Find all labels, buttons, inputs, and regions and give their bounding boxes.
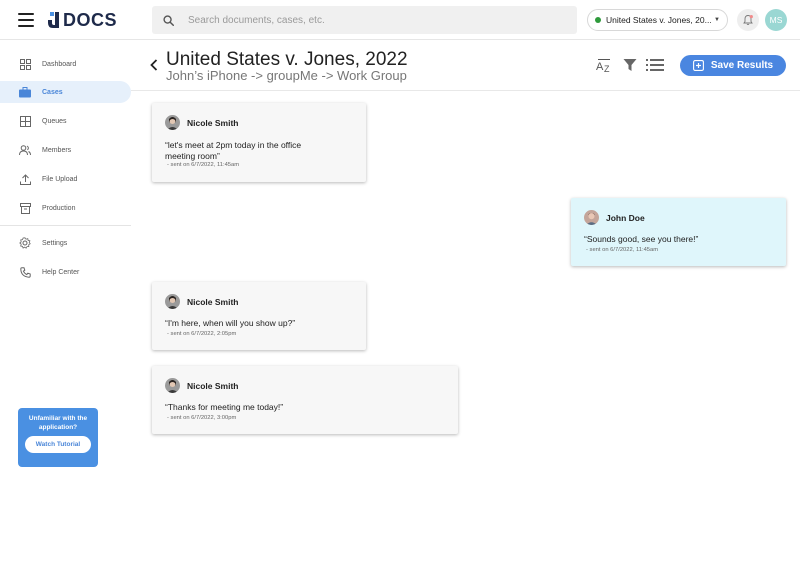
svg-text:Z: Z	[604, 64, 610, 73]
message-text: “Thanks for meeting me today!”	[165, 402, 283, 413]
search-bar	[152, 6, 577, 34]
notifications-bell-icon[interactable]	[737, 9, 759, 31]
save-results-button[interactable]: Save Results	[680, 55, 786, 76]
sidebar-item-cases[interactable]: Cases	[0, 81, 131, 103]
queues-icon	[19, 115, 31, 127]
sidebar-item-members[interactable]: Members	[0, 139, 131, 161]
sidebar-item-label: Queues	[42, 117, 67, 125]
phone-icon	[19, 266, 31, 278]
message-text: “I'm here, when will you show up?”	[165, 318, 295, 329]
message-card[interactable]: John Doe “Sounds good, see you there!” -…	[571, 198, 786, 266]
message-header: Nicole Smith	[165, 378, 238, 393]
message-header: John Doe	[584, 210, 645, 225]
sidebar-item-label: Production	[42, 204, 76, 212]
watch-tutorial-button[interactable]: Watch Tutorial	[25, 436, 91, 453]
message-card[interactable]: Nicole Smith “let's meet at 2pm today in…	[152, 103, 366, 182]
message-timestamp: - sent on 6/7/2022, 11:45am	[167, 162, 240, 168]
sidebar-item-label: Dashboard	[42, 60, 77, 68]
sidebar: Dashboard Cases Queues Members File Uplo…	[0, 41, 131, 569]
sort-az-icon[interactable]: A Z	[595, 57, 613, 73]
message-timestamp: - sent on 6/7/2022, 3:00pm	[167, 415, 237, 421]
chevron-down-icon: ▼	[714, 17, 720, 23]
sender-avatar	[584, 210, 599, 225]
sidebar-divider	[0, 225, 131, 226]
sidebar-item-label: Settings	[42, 239, 68, 247]
logo-mark-icon	[48, 12, 59, 28]
top-bar: DOCS United States v. Jones, 20... ▼ MS	[0, 0, 800, 40]
filter-icon[interactable]	[621, 57, 639, 73]
sidebar-item-settings[interactable]: Settings	[0, 232, 131, 254]
add-box-icon	[692, 60, 704, 71]
message-timestamp: - sent on 6/7/2022, 11:45am	[586, 247, 659, 253]
upload-icon	[19, 173, 31, 185]
message-header: Nicole Smith	[165, 115, 238, 130]
message-timestamp: - sent on 6/7/2022, 2:05pm	[167, 331, 237, 337]
back-chevron-icon[interactable]	[148, 57, 160, 73]
save-results-label: Save Results	[710, 60, 774, 71]
sender-name: John Doe	[606, 212, 645, 223]
search-input[interactable]	[188, 14, 548, 26]
message-text: “Sounds good, see you there!”	[584, 234, 698, 245]
sidebar-item-help-center[interactable]: Help Center	[0, 261, 131, 283]
message-text-line: meeting room”	[165, 151, 220, 161]
user-avatar[interactable]: MS	[765, 9, 787, 31]
page-subtitle: John’s iPhone -> groupMe -> Work Group	[166, 68, 407, 83]
sender-avatar	[165, 115, 180, 130]
sidebar-item-dashboard[interactable]: Dashboard	[0, 53, 131, 75]
message-card[interactable]: Nicole Smith “Thanks for meeting me toda…	[152, 366, 458, 434]
message-text-line: “I'm here, when will you show up?”	[165, 318, 296, 328]
sender-avatar	[165, 294, 180, 309]
sender-name: Nicole Smith	[187, 117, 239, 128]
sender-name: Nicole Smith	[187, 380, 239, 391]
archive-icon	[19, 202, 31, 214]
tutorial-card: Unfamiliar with the application? Watch T…	[18, 408, 98, 467]
sidebar-item-label: Members	[42, 146, 72, 154]
sidebar-item-production[interactable]: Production	[0, 197, 131, 219]
hamburger-menu-icon[interactable]	[18, 13, 34, 27]
message-text-line: “Thanks for meeting me today!”	[165, 402, 284, 412]
message-text: “let's meet at 2pm today in the office m…	[165, 140, 301, 162]
app-logo[interactable]: DOCS	[46, 9, 117, 31]
case-selector[interactable]: United States v. Jones, 20... ▼	[587, 9, 728, 31]
members-icon	[19, 144, 31, 156]
dashboard-icon	[19, 58, 31, 70]
tutorial-text: Unfamiliar with the application?	[28, 415, 88, 431]
message-card[interactable]: Nicole Smith “I'm here, when will you sh…	[152, 282, 366, 350]
sidebar-item-file-upload[interactable]: File Upload	[0, 168, 131, 190]
svg-text:A: A	[596, 61, 604, 73]
list-view-icon[interactable]	[646, 57, 664, 73]
sidebar-item-label: Help Center	[42, 268, 80, 276]
sender-name: Nicole Smith	[187, 296, 239, 307]
header-divider	[131, 90, 800, 91]
sidebar-item-label: Cases	[42, 88, 63, 96]
sidebar-item-label: File Upload	[42, 175, 78, 183]
search-icon	[163, 14, 174, 26]
message-text-line: “Sounds good, see you there!”	[584, 234, 699, 244]
gear-icon	[19, 237, 31, 249]
case-status-dot	[595, 17, 601, 23]
message-text-line: “let's meet at 2pm today in the office	[165, 140, 302, 150]
briefcase-icon	[19, 86, 31, 98]
case-selector-value: United States v. Jones, 20...	[606, 15, 712, 25]
sidebar-item-queues[interactable]: Queues	[0, 110, 131, 132]
logo-text: DOCS	[63, 9, 118, 30]
message-header: Nicole Smith	[165, 294, 238, 309]
sender-avatar	[165, 378, 180, 393]
